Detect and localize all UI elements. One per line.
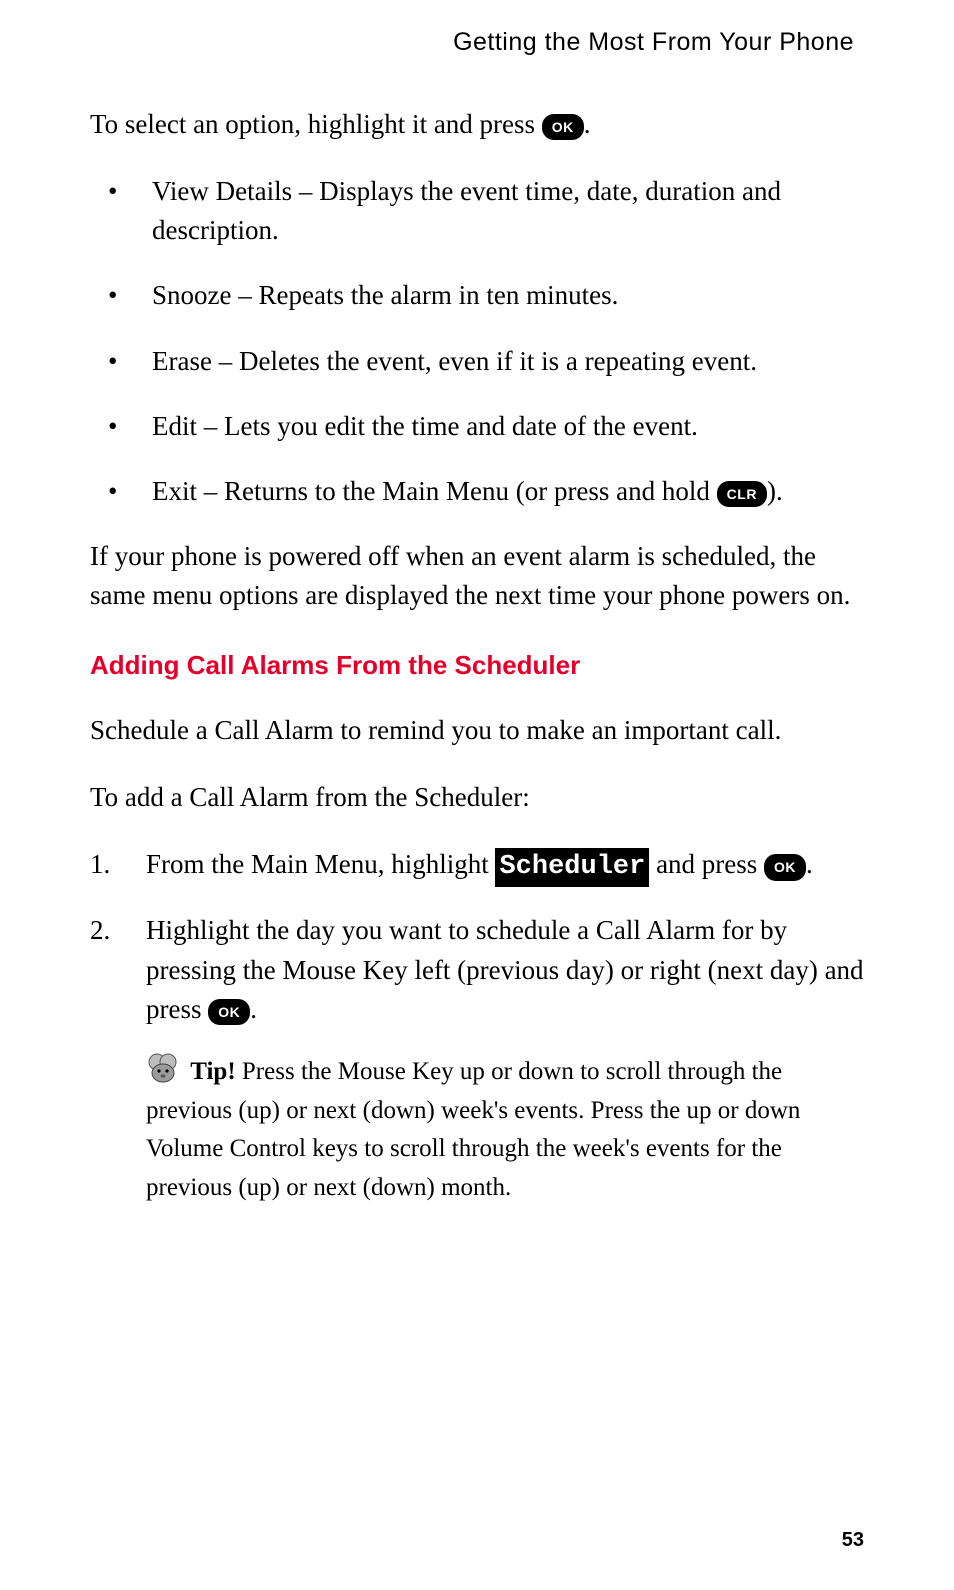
ok-key-icon: OK <box>542 114 584 140</box>
intro-text-after: . <box>584 109 591 139</box>
list-item: Snooze – Repeats the alarm in ten minute… <box>90 276 864 315</box>
step-item: Highlight the day you want to schedule a… <box>90 911 864 1207</box>
scheduler-screen-label: Scheduler <box>495 848 649 887</box>
ok-key-icon: OK <box>208 999 250 1025</box>
step-item: From the Main Menu, highlight Scheduler … <box>90 845 864 887</box>
bullet-text: Edit – Lets you edit the time and date o… <box>152 411 698 441</box>
bullet-text: Erase – Deletes the event, even if it is… <box>152 346 757 376</box>
list-item: Erase – Deletes the event, even if it is… <box>90 342 864 381</box>
step-text-mid: and press <box>649 849 764 879</box>
section-intro-1: Schedule a Call Alarm to remind you to m… <box>90 711 864 750</box>
clr-key-icon: CLR <box>717 481 767 507</box>
intro-paragraph: To select an option, highlight it and pr… <box>90 105 864 144</box>
steps-list: From the Main Menu, highlight Scheduler … <box>90 845 864 1208</box>
running-header: Getting the Most From Your Phone <box>90 28 854 57</box>
manual-page: Getting the Most From Your Phone To sele… <box>0 0 954 1590</box>
bullet-text-after: ). <box>767 476 783 506</box>
step-text-after: . <box>806 849 813 879</box>
tip-label: Tip! <box>190 1058 235 1085</box>
section-intro-2: To add a Call Alarm from the Scheduler: <box>90 778 864 817</box>
list-item: View Details – Displays the event time, … <box>90 172 864 250</box>
ok-key-icon: OK <box>764 854 806 880</box>
step-text-after: . <box>250 994 257 1024</box>
bullet-text: View Details – Displays the event time, … <box>152 176 781 245</box>
intro-text-before: To select an option, highlight it and pr… <box>90 109 542 139</box>
list-item: Edit – Lets you edit the time and date o… <box>90 407 864 446</box>
option-bullet-list: View Details – Displays the event time, … <box>90 172 864 511</box>
mouse-tip-icon <box>146 1051 180 1085</box>
page-body: To select an option, highlight it and pr… <box>90 105 864 1208</box>
after-bullets-paragraph: If your phone is powered off when an eve… <box>90 537 864 615</box>
section-heading: Adding Call Alarms From the Scheduler <box>90 647 864 685</box>
bullet-text: Snooze – Repeats the alarm in ten minute… <box>152 280 618 310</box>
bullet-text-before: Exit – Returns to the Main Menu (or pres… <box>152 476 717 506</box>
step-text-before: From the Main Menu, highlight <box>146 849 495 879</box>
tip-text: Press the Mouse Key up or down to scroll… <box>146 1058 800 1201</box>
tip-block: Tip! Press the Mouse Key up or down to s… <box>146 1051 864 1208</box>
page-number: 53 <box>842 1529 864 1552</box>
list-item: Exit – Returns to the Main Menu (or pres… <box>90 472 864 511</box>
